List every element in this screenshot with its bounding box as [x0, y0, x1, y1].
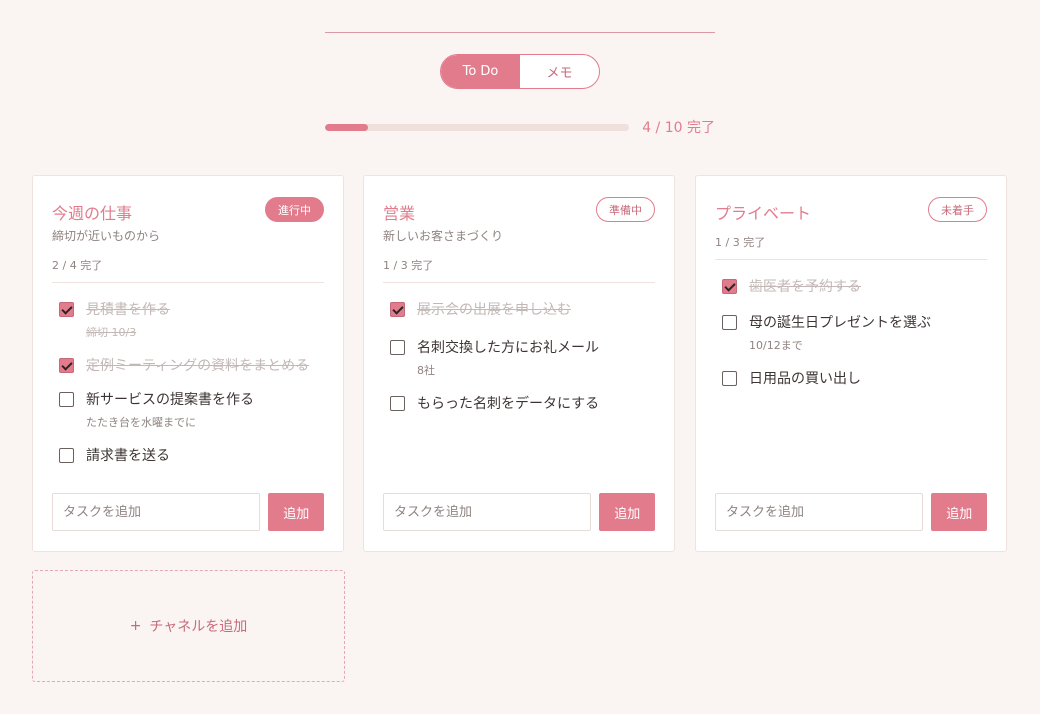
add-task-row: 追加	[383, 493, 655, 531]
status-badge[interactable]: 準備中	[596, 197, 655, 222]
task-item: 見積書を作る 締切 10/3	[52, 300, 324, 340]
task-text: 展示会の出展を申し込む	[417, 302, 571, 318]
add-task-input[interactable]	[383, 493, 592, 531]
task-checkbox[interactable]	[59, 392, 74, 407]
task-item: 名刺交換した方にお礼メール 8社	[383, 338, 655, 378]
task-text: 新サービスの提案書を作る	[86, 392, 254, 408]
task-text: 母の誕生日プレゼントを選ぶ	[749, 315, 931, 331]
task-checkbox[interactable]	[59, 302, 74, 317]
task-checkbox[interactable]	[59, 358, 74, 373]
task-item: 母の誕生日プレゼントを選ぶ 10/12まで	[715, 313, 987, 353]
task-text: 請求書を送る	[86, 448, 170, 464]
task-list: 歯医者を予約する 母の誕生日プレゼントを選ぶ 10/12まで 日用品の買い出し	[715, 277, 987, 405]
channel-progress-count: 2 / 4 完了	[52, 259, 103, 272]
channel-card-sales: 営業 準備中 新しいお客さまづくり 1 / 3 完了 展示会の出展を申し込む 名…	[363, 175, 675, 552]
task-item: 展示会の出展を申し込む	[383, 300, 655, 320]
task-checkbox[interactable]	[390, 302, 405, 317]
card-divider	[52, 282, 324, 283]
task-checkbox[interactable]	[722, 279, 737, 294]
task-checkbox[interactable]	[390, 340, 405, 355]
channel-progress-count: 1 / 3 完了	[715, 236, 766, 249]
add-task-button[interactable]: 追加	[931, 493, 987, 531]
status-badge[interactable]: 未着手	[928, 197, 987, 222]
task-note: たたき台を水曜までに	[86, 416, 196, 429]
task-note: 締切 10/3	[86, 326, 137, 339]
task-text: 名刺交換した方にお礼メール	[417, 340, 599, 356]
task-item: 日用品の買い出し	[715, 369, 987, 389]
add-task-row: 追加	[715, 493, 987, 531]
task-text: 日用品の買い出し	[749, 371, 861, 387]
channel-subtitle: 締切が近いものから	[52, 229, 161, 243]
task-checkbox[interactable]	[59, 448, 74, 463]
memo-view-button[interactable]: メモ	[520, 55, 599, 88]
channel-card-work: 今週の仕事 進行中 締切が近いものから 2 / 4 完了 見積書を作る 締切 1…	[32, 175, 344, 552]
task-list: 展示会の出展を申し込む 名刺交換した方にお礼メール 8社 もらった名刺をデータに…	[383, 300, 655, 430]
channel-subtitle: 新しいお客さまづくり	[383, 229, 504, 243]
progress-label: 4 / 10 完了	[642, 120, 715, 136]
card-divider	[383, 282, 655, 283]
add-task-input[interactable]	[715, 493, 924, 531]
task-list: 見積書を作る 締切 10/3 定例ミーティングの資料をまとめる 新サービスの提案…	[52, 300, 324, 482]
task-item: もらった名刺をデータにする	[383, 394, 655, 414]
task-checkbox[interactable]	[722, 315, 737, 330]
task-text: 歯医者を予約する	[749, 279, 861, 295]
task-checkbox[interactable]	[722, 371, 737, 386]
channel-title: 今週の仕事	[52, 204, 133, 223]
task-item: 定例ミーティングの資料をまとめる	[52, 356, 324, 376]
add-task-button[interactable]: 追加	[599, 493, 655, 531]
channel-card-private: プライベート 未着手 1 / 3 完了 歯医者を予約する 母の誕生日プレゼントを…	[695, 175, 1007, 552]
task-item: 請求書を送る	[52, 446, 324, 466]
card-divider	[715, 259, 987, 260]
task-note: 10/12まで	[749, 339, 803, 352]
progress-fill	[325, 123, 368, 131]
task-item: 新サービスの提案書を作る たたき台を水曜までに	[52, 390, 324, 430]
add-task-button[interactable]: 追加	[268, 493, 324, 531]
task-text: もらった名刺をデータにする	[417, 396, 600, 412]
task-checkbox[interactable]	[390, 396, 405, 411]
task-item: 歯医者を予約する	[715, 277, 987, 297]
add-channel-button[interactable]: + チャネルを追加	[32, 570, 345, 682]
channel-title: プライベート	[715, 204, 812, 223]
task-text: 見積書を作る	[86, 302, 170, 318]
add-channel-label: チャネルを追加	[149, 619, 248, 635]
add-task-row: 追加	[52, 493, 324, 531]
view-toggle: To Do メモ	[440, 54, 600, 89]
progress-track	[325, 123, 630, 131]
header-divider	[325, 32, 715, 33]
channel-progress-count: 1 / 3 完了	[383, 259, 434, 272]
task-note: 8社	[417, 364, 435, 377]
overall-progress: 4 / 10 完了	[325, 116, 715, 138]
add-task-input[interactable]	[52, 493, 261, 531]
todo-view-button[interactable]: To Do	[441, 55, 520, 88]
status-badge[interactable]: 進行中	[265, 197, 324, 222]
plus-icon: +	[129, 618, 142, 634]
channel-title: 営業	[383, 204, 416, 223]
task-text: 定例ミーティングの資料をまとめる	[86, 358, 310, 374]
